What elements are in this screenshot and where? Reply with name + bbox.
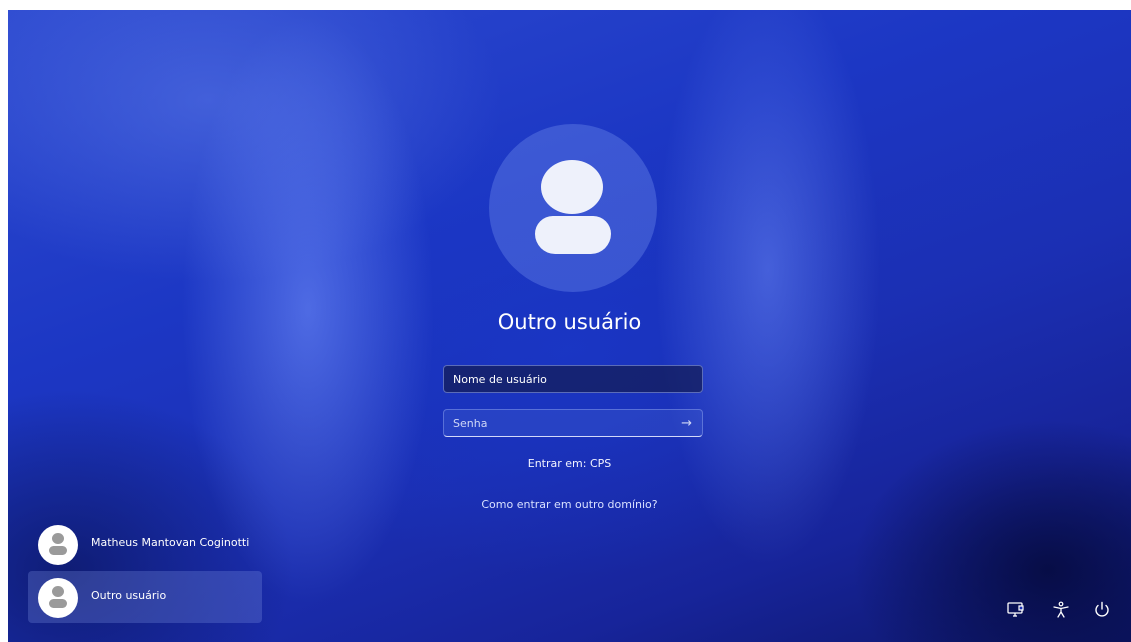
person-head-icon: [52, 586, 64, 597]
accessibility-icon[interactable]: [1051, 600, 1071, 620]
password-input[interactable]: Senha →: [443, 409, 703, 437]
user-name: Outro usuário: [91, 589, 167, 602]
power-icon[interactable]: [1092, 600, 1112, 620]
user-title: Outro usuário: [497, 310, 642, 334]
user-avatar-small: [38, 525, 78, 565]
person-body-icon: [49, 599, 67, 608]
other-domain-link[interactable]: Como entrar em outro domínio?: [8, 498, 1131, 511]
user-switch-item-selected[interactable]: Outro usuário: [28, 571, 262, 623]
user-avatar-large: [489, 124, 657, 292]
network-icon[interactable]: [1006, 600, 1026, 620]
submit-arrow-icon[interactable]: →: [681, 410, 692, 438]
person-body-icon: [535, 216, 611, 254]
lock-screen-background: Outro usuário Nome de usuário Senha → En…: [8, 10, 1131, 642]
username-placeholder: Nome de usuário: [453, 373, 547, 386]
username-input[interactable]: Nome de usuário: [443, 365, 703, 393]
user-avatar-small: [38, 578, 78, 618]
sign-in-domain-label: Entrar em: CPS: [527, 457, 612, 470]
password-placeholder: Senha: [453, 417, 488, 430]
person-body-icon: [49, 546, 67, 555]
person-head-icon: [52, 533, 64, 544]
user-name: Matheus Mantovan Coginotti: [91, 536, 250, 549]
person-head-icon: [541, 160, 603, 214]
user-switch-item[interactable]: Matheus Mantovan Coginotti: [28, 518, 262, 570]
